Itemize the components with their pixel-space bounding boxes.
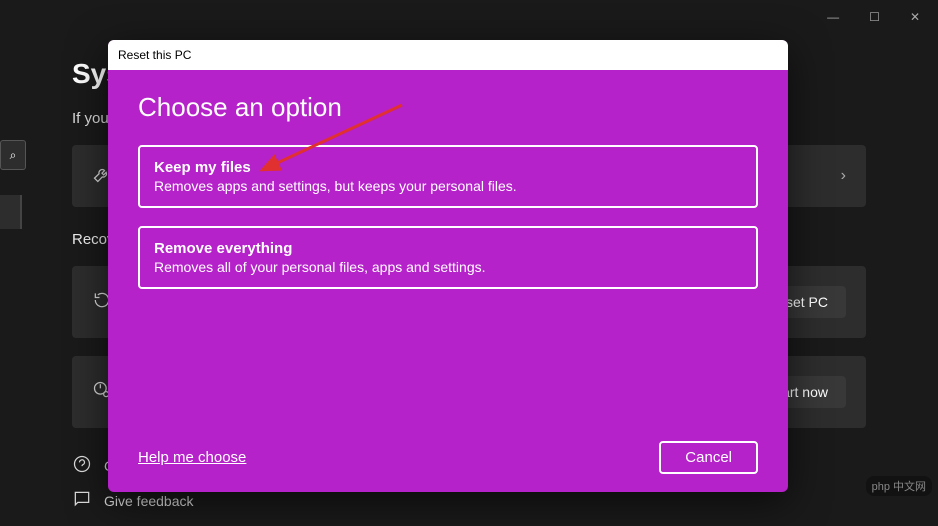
option-desc: Removes all of your personal files, apps… (154, 259, 742, 275)
help-me-choose-link[interactable]: Help me choose (138, 449, 246, 466)
close-button[interactable]: ✕ (910, 10, 920, 24)
reset-this-pc-dialog: Reset this PC Choose an option Keep my f… (108, 40, 788, 492)
watermark: php 中文网 (866, 476, 932, 496)
give-feedback-label: Give feedback (104, 493, 194, 509)
option-keep-my-files[interactable]: Keep my files Removes apps and settings,… (138, 145, 758, 208)
feedback-icon (72, 489, 90, 512)
minimize-button[interactable]: — (827, 10, 839, 24)
cancel-button[interactable]: Cancel (659, 441, 758, 474)
dialog-heading: Choose an option (138, 92, 758, 123)
option-title: Keep my files (154, 159, 742, 176)
option-title: Remove everything (154, 240, 742, 257)
give-feedback-link[interactable]: Give feedback (72, 489, 866, 512)
help-icon (72, 454, 90, 477)
chevron-right-icon: › (841, 167, 846, 185)
option-remove-everything[interactable]: Remove everything Removes all of your pe… (138, 226, 758, 289)
maximize-button[interactable]: ☐ (869, 10, 880, 24)
option-desc: Removes apps and settings, but keeps you… (154, 178, 742, 194)
dialog-title-bar: Reset this PC (108, 40, 788, 70)
